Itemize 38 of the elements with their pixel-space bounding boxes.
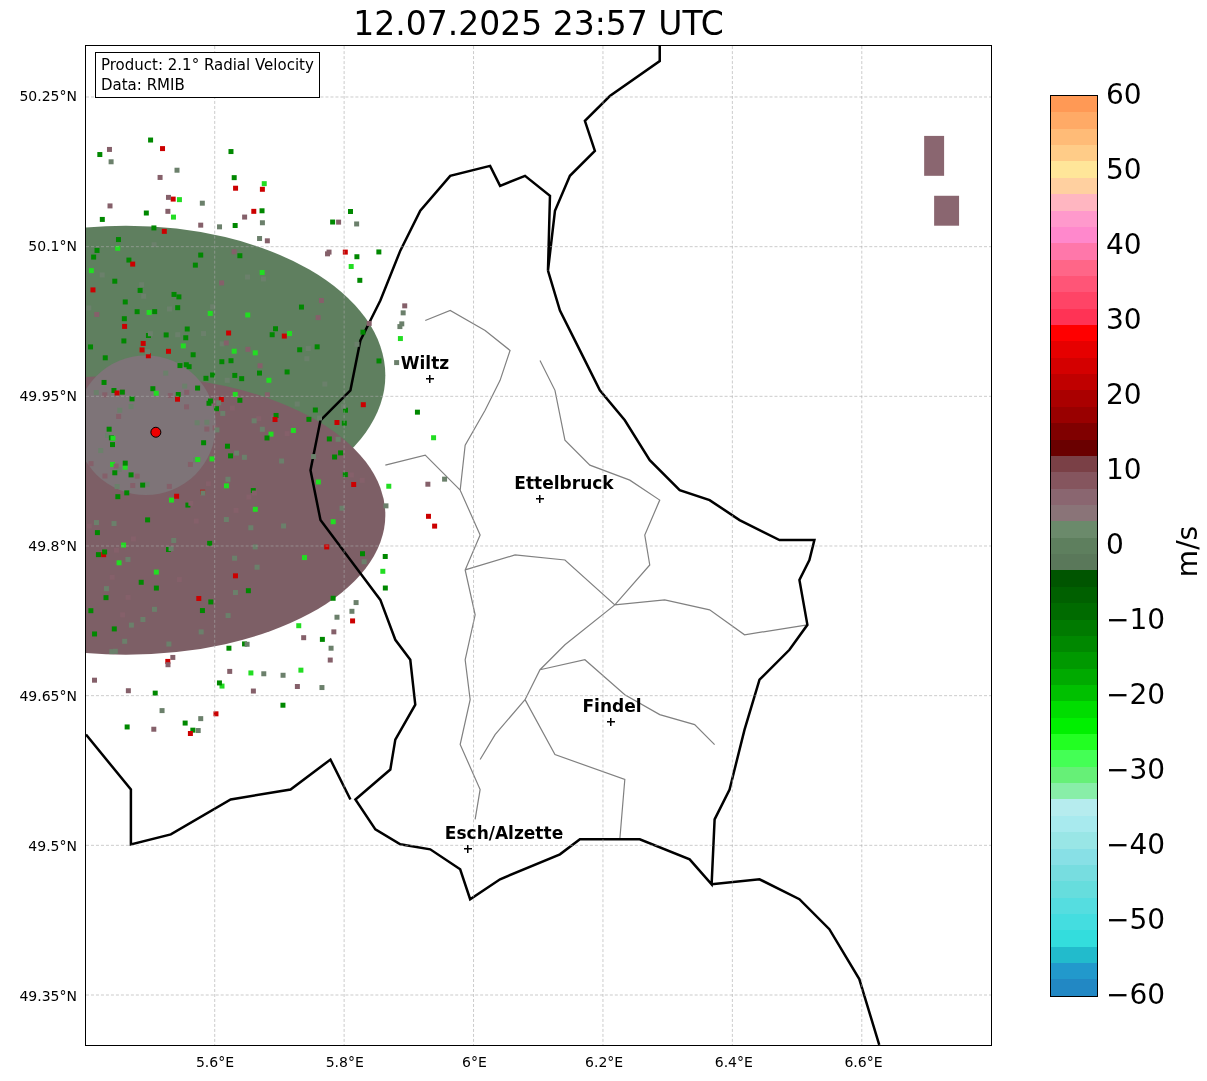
city-label: Findel [582, 696, 642, 716]
colorbar-tick-label: −30 [1106, 754, 1166, 786]
colorbar-label: m/s [1171, 525, 1205, 578]
longitude-label: 5.8°E [325, 1054, 364, 1070]
colorbar-tick-label: −50 [1106, 904, 1166, 936]
city-label: Esch/Alzette [444, 823, 564, 843]
latitude-label: 49.8°N [28, 537, 77, 555]
latitude-label: 49.35°N [19, 987, 77, 1005]
legend-text: Data: RMIB [101, 75, 186, 95]
city-marker-icon [464, 845, 472, 853]
colorbar-tick-label: 30 [1106, 304, 1142, 336]
colorbar-tick-label: 60 [1106, 79, 1142, 111]
colorbar-tick-label: 10 [1106, 454, 1142, 486]
city-label: Ettelbruck [514, 473, 614, 493]
longitude-label: 6°E [462, 1054, 487, 1070]
legend-text: Product: 2.1° Radial Velocity [101, 55, 314, 75]
colorbar-tick-label: 0 [1106, 529, 1124, 561]
city-label: Wiltz [400, 353, 450, 373]
colorbar-tick-label: −60 [1106, 979, 1166, 1011]
colorbar-tick-label: −20 [1106, 679, 1166, 711]
city-marker-icon [426, 375, 434, 383]
colorbar-tick-label: 40 [1106, 229, 1142, 261]
longitude-label: 6.2°E [585, 1054, 624, 1070]
latitude-label: 49.95°N [19, 387, 77, 405]
longitude-label: 6.4°E [714, 1054, 753, 1070]
latitude-label: 49.5°N [28, 837, 77, 855]
latitude-label: 49.65°N [19, 687, 77, 705]
colorbar-tick-label: 50 [1106, 154, 1142, 186]
city-marker-icon [536, 495, 544, 503]
colorbar-tick-label: −10 [1106, 604, 1166, 636]
latitude-label: 50.25°N [19, 87, 77, 105]
colorbar-tick-label: −40 [1106, 829, 1166, 861]
chart-title: 12.07.2025 23:57 UTC [352, 4, 725, 44]
colorbar-tick-label: 20 [1106, 379, 1142, 411]
city-marker-icon [607, 718, 615, 726]
latitude-label: 50.1°N [28, 237, 77, 255]
longitude-label: 5.6°E [195, 1054, 235, 1070]
longitude-label: 6.6°E [844, 1054, 883, 1070]
